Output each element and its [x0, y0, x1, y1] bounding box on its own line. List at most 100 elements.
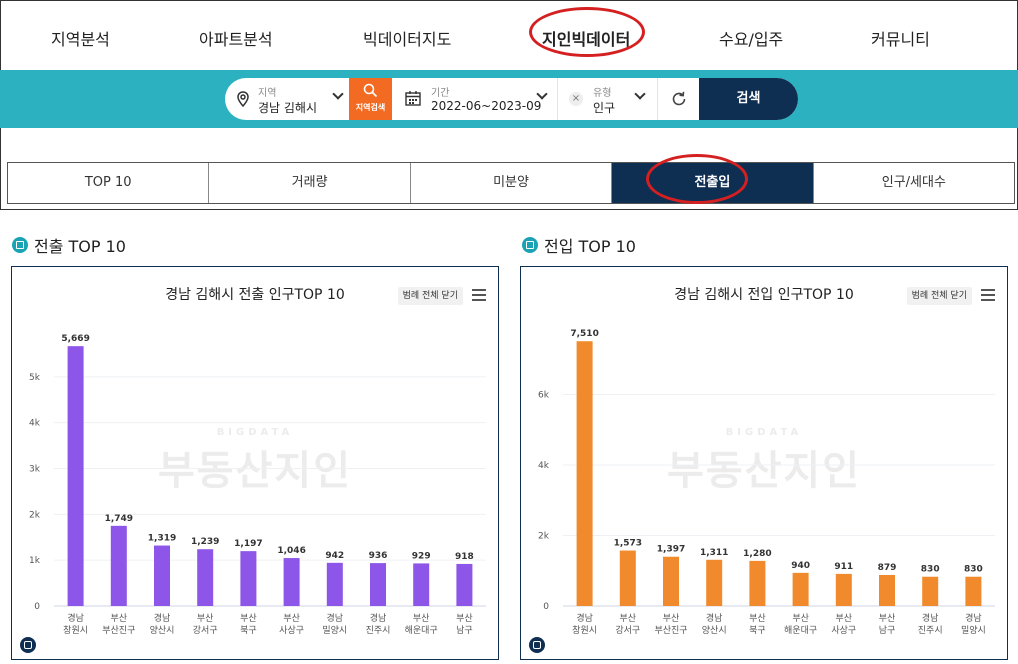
bar — [706, 559, 723, 606]
y-tick-label: 1k — [29, 556, 41, 566]
chevron-down-icon — [332, 88, 344, 100]
x-tick-label: 북구 — [240, 625, 257, 636]
x-tick-label: 북구 — [749, 625, 766, 636]
type-select[interactable]: × 유형 인구 — [557, 78, 657, 120]
x-tick-label: 부산 — [197, 613, 214, 624]
data-label: 1,749 — [105, 514, 133, 524]
inflow-bar-chart: 0 2k 4k 6k 7,510 경남창원시 1,573 부산강서구 1,397 부산부산진구 1,… — [538, 329, 995, 636]
calendar-icon — [405, 91, 421, 106]
outflow-section-title: 전출 TOP 10 — [12, 233, 126, 257]
bar — [110, 525, 127, 606]
location-pin-icon — [237, 91, 249, 107]
tab-transaction-volume[interactable]: 거래량 — [209, 163, 411, 203]
y-tick-label: 0 — [34, 602, 40, 612]
nav-item-region-analysis[interactable]: 지역분석 — [51, 26, 110, 50]
clear-icon[interactable]: × — [569, 92, 583, 106]
region-search-label: 지역검색 — [355, 103, 386, 112]
x-tick-label: 사상구 — [279, 625, 304, 636]
hamburger-menu-icon[interactable] — [472, 289, 486, 301]
region-search-button[interactable]: 지역검색 — [349, 78, 392, 120]
data-label: 936 — [369, 551, 388, 561]
data-label: 1,197 — [234, 539, 262, 549]
data-label: 918 — [455, 552, 474, 562]
x-tick-label: 경남 — [67, 612, 84, 624]
x-tick-label: 부산 — [240, 613, 257, 624]
search-icon — [363, 83, 378, 98]
data-label: 5,669 — [61, 334, 89, 344]
nav-item-apartment-analysis[interactable]: 아파트분석 — [199, 26, 273, 50]
home-icon — [12, 237, 28, 253]
y-tick-label: 2k — [29, 510, 41, 520]
x-tick-label: 부산 — [836, 613, 853, 624]
bar — [663, 556, 679, 606]
chevron-down-icon — [536, 88, 548, 100]
period-field-value: 2022-06~2023-09 — [431, 99, 542, 113]
x-tick-label: 양산시 — [702, 625, 727, 636]
type-field-label: 유형 — [593, 88, 612, 99]
x-tick-label: 부산진구 — [102, 625, 135, 636]
bar — [197, 549, 214, 606]
chevron-down-icon — [634, 88, 646, 100]
home-icon — [522, 237, 538, 253]
y-tick-label: 0 — [543, 602, 549, 612]
hamburger-menu-icon[interactable] — [981, 289, 995, 301]
region-select[interactable]: 지역 경남 김해시 — [225, 78, 349, 120]
x-tick-label: 부산 — [111, 613, 128, 624]
data-label: 911 — [834, 562, 853, 572]
bar — [576, 341, 593, 606]
data-label: 830 — [964, 565, 983, 575]
y-tick-label: 6k — [538, 390, 550, 400]
legend-toggle-button[interactable]: 범례 전체 닫기 — [397, 287, 463, 305]
data-label: 1,397 — [657, 545, 685, 555]
bar — [619, 550, 636, 606]
bar — [240, 551, 257, 606]
period-field-label: 기간 — [431, 88, 450, 99]
x-tick-label: 부산 — [879, 613, 896, 624]
nav-item-community[interactable]: 커뮤니티 — [871, 26, 930, 50]
bar — [965, 576, 982, 606]
x-tick-label: 경남 — [706, 612, 723, 624]
category-tabs: TOP 10 거래량 미분양 전출입 인구/세대수 — [7, 162, 1015, 204]
data-label: 879 — [878, 563, 897, 573]
bar — [154, 545, 170, 606]
logo-badge-icon — [20, 637, 36, 653]
period-select[interactable]: 기간 2022-06~2023-09 — [392, 78, 557, 120]
x-tick-label: 경남 — [370, 612, 387, 624]
top-navigation: 지역분석 아파트분석 빅데이터지도 지인빅데이터 수요/입주 커뮤니티 — [0, 0, 1018, 70]
x-tick-label: 경남 — [922, 612, 939, 624]
type-field-value: 인구 — [593, 101, 616, 115]
x-tick-label: 남구 — [456, 625, 473, 636]
bar — [922, 576, 939, 606]
x-tick-label: 강서구 — [615, 625, 640, 636]
x-tick-label: 해운대구 — [405, 625, 438, 636]
x-tick-label: 밀양시 — [322, 624, 347, 636]
nav-item-bigdata-map[interactable]: 빅데이터지도 — [363, 26, 451, 50]
x-tick-label: 진주시 — [918, 625, 943, 636]
x-tick-label: 강서구 — [193, 625, 218, 636]
tab-migration[interactable]: 전출입 — [612, 163, 814, 203]
bar — [456, 563, 473, 606]
search-button[interactable]: 검색 — [699, 78, 798, 120]
inflow-chart-card: BIGDATA 부동산지인 0 2k 4k 6k 7,510 경남 창원시 1,573 부산 강서… — [520, 266, 1008, 660]
data-label: 1,239 — [191, 537, 219, 547]
x-tick-label: 경남 — [327, 612, 344, 624]
data-label: 7,510 — [570, 329, 598, 339]
outflow-chart-card: BIGDATA 부동산지인 0 1k 2k 3k 4k 5k 5,669 경남 창원시 1,749… — [11, 266, 499, 660]
search-form: 지역 경남 김해시 지역검색 기간 2022-06~2023-09 × 유형 인… — [225, 78, 798, 120]
bar — [792, 572, 809, 606]
tab-population-households[interactable]: 인구/세대수 — [813, 163, 1015, 203]
bar — [835, 573, 852, 606]
y-tick-label: 4k — [538, 461, 550, 471]
bar — [749, 560, 766, 606]
x-tick-label: 부산 — [456, 613, 473, 624]
legend-toggle-button[interactable]: 범례 전체 닫기 — [906, 287, 972, 305]
x-tick-label: 진주시 — [366, 625, 391, 636]
tab-top10[interactable]: TOP 10 — [8, 163, 210, 203]
nav-item-demand-supply[interactable]: 수요/입주 — [719, 26, 783, 50]
reset-button[interactable] — [657, 78, 699, 120]
data-label: 1,311 — [700, 548, 728, 558]
bar — [413, 563, 430, 606]
x-tick-label: 부산 — [283, 613, 300, 624]
nav-item-jiin-bigdata[interactable]: 지인빅데이터 — [542, 26, 630, 50]
tab-unsold[interactable]: 미분양 — [410, 163, 613, 203]
